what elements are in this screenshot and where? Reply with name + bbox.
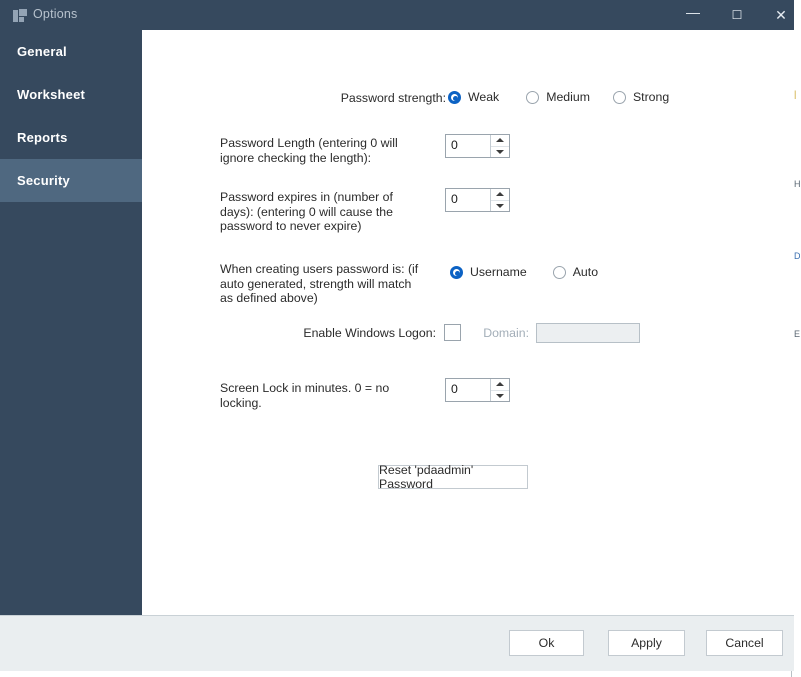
security-settings-panel: Password strength: Weak Medium Strong Pa… xyxy=(142,30,794,615)
cancel-button[interactable]: Cancel xyxy=(706,630,783,656)
password-strength-row: Password strength: xyxy=(326,91,446,106)
chevron-up-icon xyxy=(496,138,504,143)
stepper-decrement-button[interactable] xyxy=(491,391,509,402)
background-window-fleck: E xyxy=(794,330,800,339)
stepper-buttons[interactable] xyxy=(490,189,509,211)
radio-password-strength-medium[interactable]: Medium xyxy=(526,90,590,104)
screen-lock-row: Screen Lock in minutes. 0 = no locking. xyxy=(220,381,420,410)
password-expires-row: Password expires in (number of days): (e… xyxy=(220,190,420,234)
sidebar: General Worksheet Reports Security xyxy=(0,30,142,615)
radio-mark-icon xyxy=(448,90,461,104)
screen-lock-value: 0 xyxy=(451,382,458,396)
background-window-fleck: | xyxy=(794,90,797,99)
stepper-increment-button[interactable] xyxy=(491,189,509,201)
title-bar[interactable]: Options — ☐ ✕ xyxy=(0,0,794,30)
creating-users-password-radio-group[interactable]: Username Auto xyxy=(450,265,598,279)
chevron-up-icon xyxy=(496,192,504,197)
radio-label: Medium xyxy=(546,90,590,104)
password-expires-stepper[interactable]: 0 xyxy=(445,188,510,212)
apply-button[interactable]: Apply xyxy=(608,630,685,656)
window-title: Options xyxy=(33,7,78,21)
stepper-decrement-button[interactable] xyxy=(491,147,509,158)
sidebar-item-security[interactable]: Security xyxy=(0,159,142,202)
stepper-increment-button[interactable] xyxy=(491,379,509,391)
radio-mark-icon xyxy=(612,90,626,104)
password-length-stepper[interactable]: 0 xyxy=(445,134,510,158)
chevron-down-icon xyxy=(496,203,504,208)
background-window-fleck: D xyxy=(794,252,800,261)
close-button[interactable]: ✕ xyxy=(759,0,794,30)
background-window-fleck: H xyxy=(794,180,800,189)
maximize-icon: ☐ xyxy=(731,8,743,22)
creating-users-password-row: When creating users password is: (if aut… xyxy=(220,262,426,306)
sidebar-item-worksheet[interactable]: Worksheet xyxy=(0,73,142,116)
password-strength-label: Password strength: xyxy=(340,91,446,105)
radio-mark-icon xyxy=(450,265,463,279)
domain-label-wrap: Domain: xyxy=(472,326,529,341)
sidebar-item-label: General xyxy=(17,44,67,59)
password-length-value: 0 xyxy=(451,138,458,152)
radio-label: Strong xyxy=(632,90,670,104)
radio-mark-icon xyxy=(552,265,566,279)
dialog-footer: Ok Apply Cancel xyxy=(0,615,794,671)
minimize-icon: — xyxy=(686,4,700,20)
enable-windows-logon-checkbox[interactable] xyxy=(444,324,461,341)
password-expires-label: Password expires in (number of days): (e… xyxy=(220,190,393,233)
minimize-button[interactable]: — xyxy=(671,0,715,30)
radio-password-strength-weak[interactable]: Weak xyxy=(448,90,499,104)
maximize-button[interactable]: ☐ xyxy=(715,0,759,30)
password-length-label: Password Length (entering 0 will ignore … xyxy=(220,136,398,165)
radio-label: Auto xyxy=(572,265,599,279)
stepper-buttons[interactable] xyxy=(490,135,509,157)
radio-password-strength-strong[interactable]: Strong xyxy=(612,90,670,104)
ok-button[interactable]: Ok xyxy=(509,630,584,656)
radio-password-source-username[interactable]: Username xyxy=(450,265,527,279)
radio-password-source-auto[interactable]: Auto xyxy=(552,265,599,279)
domain-label: Domain: xyxy=(483,326,529,340)
radio-label: Weak xyxy=(468,90,500,104)
radio-label: Username xyxy=(470,265,527,279)
sidebar-item-label: Worksheet xyxy=(17,87,86,102)
screen-lock-stepper[interactable]: 0 xyxy=(445,378,510,402)
screen-lock-label: Screen Lock in minutes. 0 = no locking. xyxy=(220,381,390,410)
windows-logon-row: Enable Windows Logon: xyxy=(292,326,436,341)
windows-logon-label: Enable Windows Logon: xyxy=(303,326,436,340)
radio-mark-icon xyxy=(526,90,540,104)
password-length-row: Password Length (entering 0 will ignore … xyxy=(220,136,418,165)
domain-input[interactable] xyxy=(536,323,640,343)
sidebar-item-label: Security xyxy=(17,173,70,188)
creating-users-password-label: When creating users password is: (if aut… xyxy=(220,262,419,305)
stepper-increment-button[interactable] xyxy=(491,135,509,147)
sidebar-item-label: Reports xyxy=(17,130,68,145)
sidebar-item-reports[interactable]: Reports xyxy=(0,116,142,159)
reset-pdaadmin-password-button[interactable]: Reset 'pdaadmin' Password xyxy=(378,463,528,491)
options-window: Options — ☐ ✕ General Worksheet Reports … xyxy=(0,0,794,671)
chevron-down-icon xyxy=(496,393,504,398)
password-expires-value: 0 xyxy=(451,192,458,206)
sidebar-item-general[interactable]: General xyxy=(0,30,142,73)
password-strength-radio-group[interactable]: Weak Medium Strong xyxy=(448,90,669,104)
chevron-down-icon xyxy=(496,149,504,154)
close-icon: ✕ xyxy=(775,7,787,23)
chevron-up-icon xyxy=(496,382,504,387)
stepper-buttons[interactable] xyxy=(490,379,509,401)
stepper-decrement-button[interactable] xyxy=(491,201,509,212)
app-squares-icon xyxy=(13,9,27,23)
